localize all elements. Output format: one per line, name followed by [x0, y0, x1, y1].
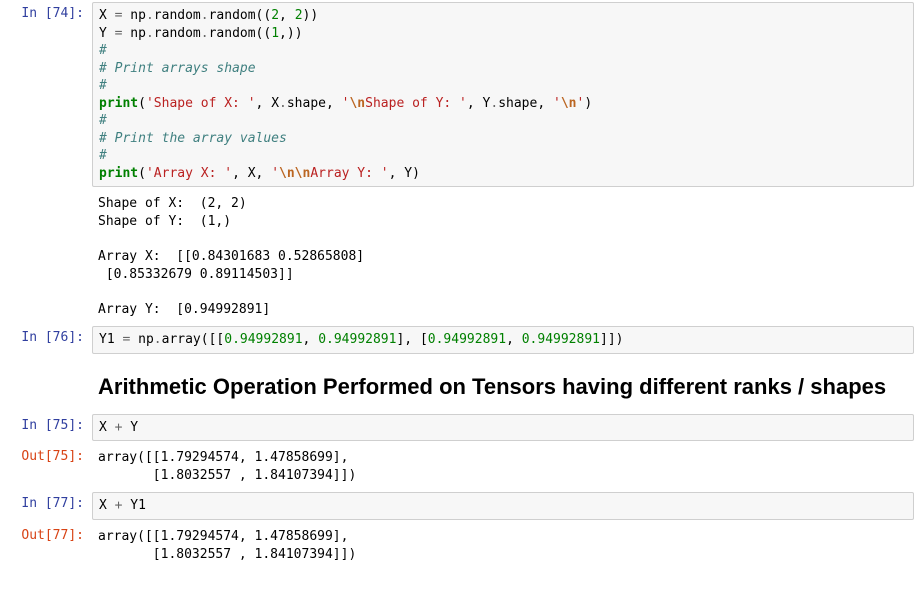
heading-prompt-blank: [0, 358, 92, 366]
out-prompt-74-blank: [0, 191, 92, 199]
out-prompt-77: Out[77]:: [0, 524, 92, 549]
code-input-75[interactable]: X + Y: [92, 414, 914, 442]
code-input-74[interactable]: X = np.random.random((2, 2)) Y = np.rand…: [92, 2, 914, 187]
cell-74-input: In [74]: X = np.random.random((2, 2)) Y …: [0, 0, 914, 189]
cell-74-output: Shape of X: (2, 2) Shape of Y: (1,) Arra…: [0, 189, 914, 324]
cell-76-input: In [76]: Y1 = np.array([[0.94992891, 0.9…: [0, 324, 914, 356]
cell-77-output: Out[77]: array([[1.79294574, 1.47858699]…: [0, 522, 914, 569]
in-prompt-75: In [75]:: [0, 414, 92, 439]
result-77: array([[1.79294574, 1.47858699], [1.8032…: [92, 524, 914, 567]
cell-77-input: In [77]: X + Y1: [0, 490, 914, 522]
cell-75-output: Out[75]: array([[1.79294574, 1.47858699]…: [0, 443, 914, 490]
stdout-74: Shape of X: (2, 2) Shape of Y: (1,) Arra…: [92, 191, 914, 322]
in-prompt-76: In [76]:: [0, 326, 92, 351]
in-prompt-74: In [74]:: [0, 2, 92, 27]
cell-75-input: In [75]: X + Y: [0, 412, 914, 444]
section-heading: Arithmetic Operation Performed on Tensor…: [92, 358, 914, 410]
result-75: array([[1.79294574, 1.47858699], [1.8032…: [92, 445, 914, 488]
out-prompt-75: Out[75]:: [0, 445, 92, 470]
code-input-77[interactable]: X + Y1: [92, 492, 914, 520]
markdown-cell-heading: Arithmetic Operation Performed on Tensor…: [0, 356, 914, 412]
code-input-76[interactable]: Y1 = np.array([[0.94992891, 0.94992891],…: [92, 326, 914, 354]
in-prompt-77: In [77]:: [0, 492, 92, 517]
